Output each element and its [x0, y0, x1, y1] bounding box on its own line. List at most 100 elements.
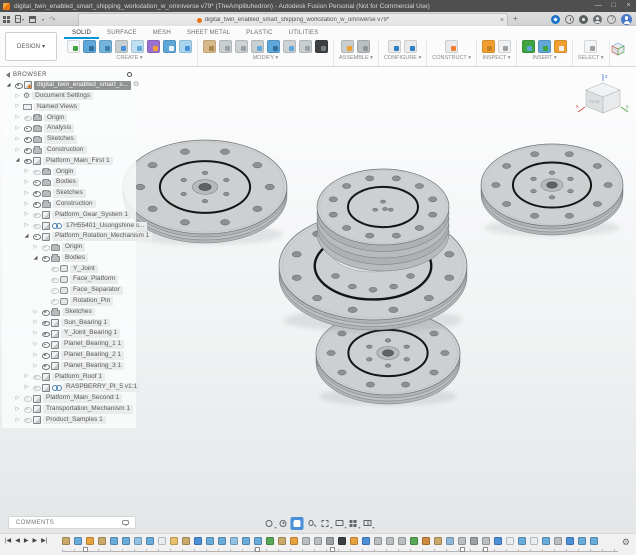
- expand-arrow-icon[interactable]: ▷: [23, 190, 30, 197]
- expand-arrow-icon[interactable]: ▷: [14, 406, 21, 413]
- create-tool-7-icon[interactable]: [163, 40, 176, 53]
- play-button[interactable]: ▶: [24, 537, 29, 546]
- timeline-feature-37[interactable]: [494, 537, 502, 545]
- timeline-feature-6[interactable]: [122, 537, 130, 545]
- timeline-feature-1[interactable]: [62, 537, 70, 545]
- expand-arrow-icon[interactable]: ▷: [14, 114, 21, 121]
- expand-arrow-icon[interactable]: ▷: [32, 363, 39, 370]
- job-status-icon[interactable]: [565, 15, 574, 24]
- browser-item-construction[interactable]: ▷Construction: [2, 199, 136, 210]
- timeline-feature-39[interactable]: [518, 537, 526, 545]
- timeline-feature-31[interactable]: [422, 537, 430, 545]
- create-tool-4-icon[interactable]: [115, 40, 128, 53]
- look-at-icon[interactable]: [277, 517, 290, 530]
- visibility-eye-icon[interactable]: [41, 319, 49, 327]
- expand-arrow-icon[interactable]: ▷: [14, 395, 21, 402]
- modify-tool-4-icon[interactable]: [251, 40, 264, 53]
- timeline-feature-12[interactable]: [194, 537, 202, 545]
- browser-item-transportation-mechanism-1[interactable]: ▷Transportation_Mechanism 1: [2, 404, 136, 415]
- expand-arrow-icon[interactable]: ▷: [32, 244, 39, 251]
- modify-tool-8-icon[interactable]: [315, 40, 328, 53]
- visibility-eye-icon[interactable]: [50, 276, 58, 284]
- timeline-feature-14[interactable]: [218, 537, 226, 545]
- visibility-eye-icon[interactable]: [23, 114, 31, 122]
- timeline-feature-25[interactable]: [350, 537, 358, 545]
- expand-arrow-icon[interactable]: ▷: [14, 136, 21, 143]
- construct-tool-1-icon[interactable]: [445, 40, 458, 53]
- visibility-eye-icon[interactable]: [23, 135, 31, 143]
- create-tool-5-icon[interactable]: [131, 40, 144, 53]
- visibility-eye-icon[interactable]: [23, 395, 31, 403]
- browser-item-planet-bearing-3-1[interactable]: ▷Planet_Bearing_3 1: [2, 361, 136, 372]
- redo-icon[interactable]: [49, 15, 56, 24]
- visibility-eye-icon[interactable]: [32, 211, 40, 219]
- timeline-feature-44[interactable]: [578, 537, 586, 545]
- collapse-panel-icon[interactable]: [6, 72, 10, 78]
- extensions-icon[interactable]: [551, 15, 560, 24]
- close-button[interactable]: ×: [621, 0, 636, 12]
- tab-sheet-metal[interactable]: SHEET METAL: [179, 27, 238, 39]
- timeline-feature-2[interactable]: [74, 537, 82, 545]
- modify-tool-7-icon[interactable]: [299, 40, 312, 53]
- expand-arrow-icon[interactable]: ▷: [23, 211, 30, 218]
- comments-bar[interactable]: COMMENTS: [8, 516, 136, 529]
- file-menu-icon[interactable]: [15, 15, 24, 23]
- timeline-feature-11[interactable]: [182, 537, 190, 545]
- timeline-feature-35[interactable]: [470, 537, 478, 545]
- expand-arrow-icon[interactable]: ▷: [32, 352, 39, 359]
- browser-item-origin[interactable]: ▷Origin: [2, 166, 136, 177]
- timeline-feature-4[interactable]: [98, 537, 106, 545]
- avatar[interactable]: [621, 14, 632, 25]
- visibility-eye-icon[interactable]: [23, 146, 31, 154]
- browser-header[interactable]: BROWSER: [2, 69, 136, 80]
- visibility-eye-icon[interactable]: [32, 168, 40, 176]
- workspace-selector[interactable]: DESIGN ▾: [5, 32, 57, 61]
- go-to-start-button[interactable]: |◀: [5, 537, 11, 546]
- timeline-feature-29[interactable]: [398, 537, 406, 545]
- assemble-tool-2-icon[interactable]: [357, 40, 370, 53]
- view-cube[interactable]: z FRONT x y: [574, 71, 632, 127]
- app-grid-icon[interactable]: [3, 16, 10, 23]
- modify-tool-2-icon[interactable]: [219, 40, 232, 53]
- timeline-feature-41[interactable]: [542, 537, 550, 545]
- expand-arrow-icon[interactable]: ▷: [23, 373, 30, 380]
- visibility-eye-icon[interactable]: [32, 179, 40, 187]
- visibility-eye-icon[interactable]: [23, 125, 31, 133]
- timeline-feature-28[interactable]: [386, 537, 394, 545]
- visibility-eye-icon[interactable]: [41, 362, 49, 370]
- browser-item-analysis[interactable]: ▷Analysis: [2, 123, 136, 134]
- expand-arrow-icon[interactable]: ◢: [23, 233, 30, 240]
- timeline-feature-33[interactable]: [446, 537, 454, 545]
- configure-tool-2-icon[interactable]: [404, 40, 417, 53]
- timeline-feature-42[interactable]: [554, 537, 562, 545]
- browser-options-icon[interactable]: [127, 72, 132, 77]
- select-dropdown[interactable]: SELECT ▾: [578, 55, 604, 61]
- browser-item-platform-roof-1[interactable]: ▷Platform_Roof 1: [2, 372, 136, 383]
- modify-tool-6-icon[interactable]: [283, 40, 296, 53]
- timeline-group-marker[interactable]: [330, 547, 335, 552]
- browser-item-digital-twin-enabled-smart-s[interactable]: ◢digital_twin_enabled_smart_s...⊙: [2, 80, 136, 91]
- timeline-feature-30[interactable]: [410, 537, 418, 545]
- visibility-eye-icon[interactable]: [32, 189, 40, 197]
- timeline-settings-icon[interactable]: ⚙: [622, 537, 630, 548]
- timeline-feature-13[interactable]: [206, 537, 214, 545]
- tab-close-icon[interactable]: ×: [500, 17, 504, 24]
- visibility-eye-icon[interactable]: [41, 351, 49, 359]
- timeline-feature-45[interactable]: [590, 537, 598, 545]
- create-tool-2-icon[interactable]: [83, 40, 96, 53]
- expand-arrow-icon[interactable]: ▷: [14, 93, 21, 100]
- visibility-eye-icon[interactable]: [32, 233, 40, 241]
- inspect-tool-2-icon[interactable]: [498, 40, 511, 53]
- timeline-feature-24[interactable]: [338, 537, 346, 545]
- activate-component-icon[interactable]: ⊙: [133, 81, 139, 89]
- visibility-eye-icon[interactable]: [32, 200, 40, 208]
- tab-surface[interactable]: SURFACE: [99, 27, 145, 39]
- visibility-eye-icon[interactable]: [32, 373, 40, 381]
- configure-dropdown[interactable]: CONFIGURE ▾: [384, 55, 421, 61]
- timeline-feature-19[interactable]: [278, 537, 286, 545]
- visibility-eye-icon[interactable]: [23, 416, 31, 424]
- go-to-end-button[interactable]: ▶|: [41, 537, 47, 546]
- grid-snaps-icon[interactable]: ▾: [347, 517, 360, 530]
- fit-icon[interactable]: ▾: [319, 517, 332, 530]
- browser-item-bodies[interactable]: ◢Bodies: [2, 253, 136, 264]
